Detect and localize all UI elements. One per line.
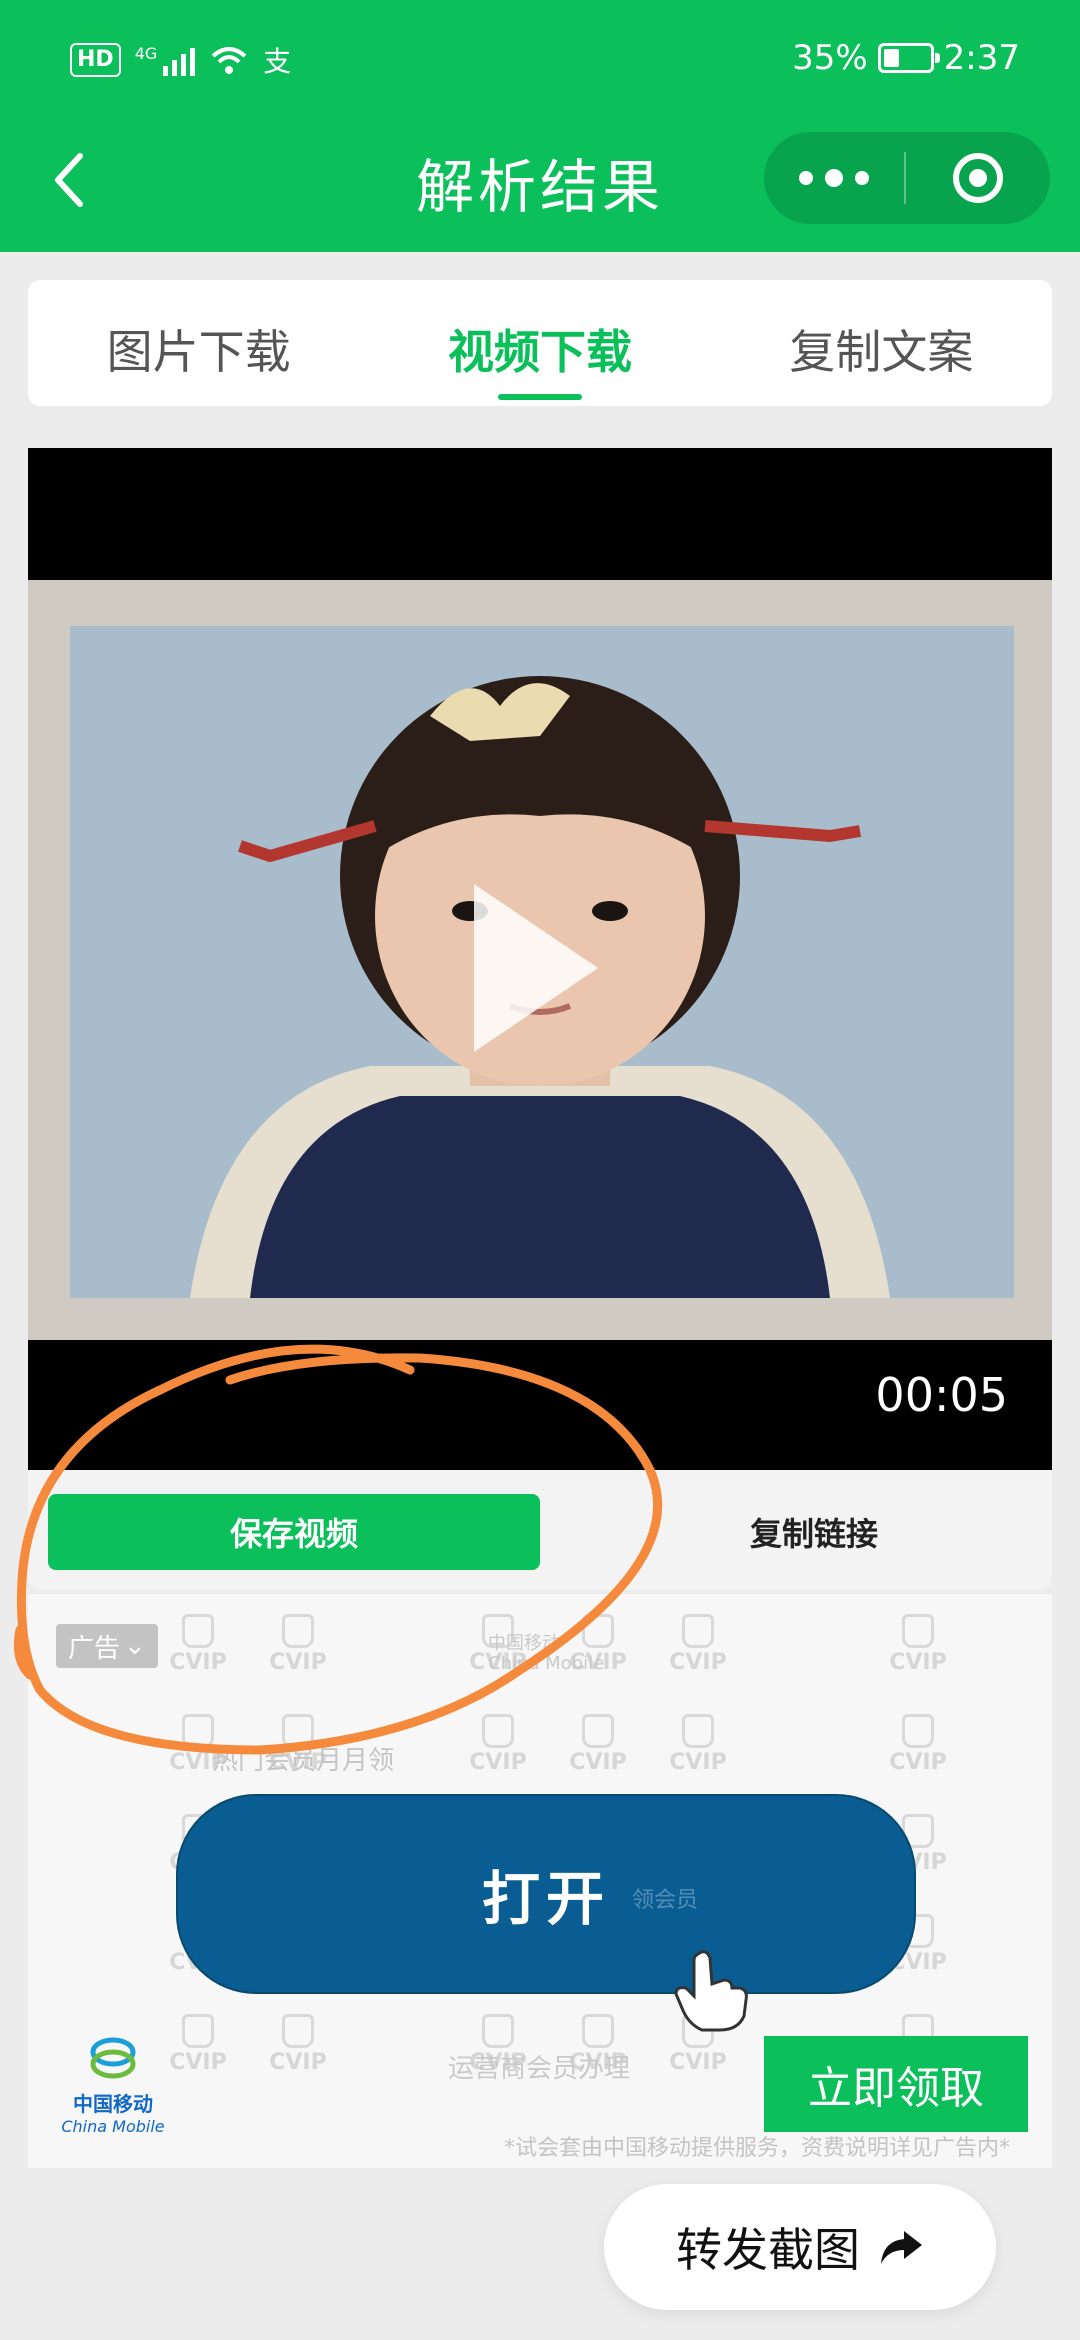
mini-program-capsule bbox=[764, 132, 1050, 224]
watermark-cvip: CVIP bbox=[168, 2014, 228, 2075]
header-bar: HD 4G 支 35% 2:37 解析结果 bbox=[0, 0, 1080, 252]
pointing-hand-icon bbox=[674, 1950, 748, 2032]
battery-percent: 35% bbox=[792, 38, 868, 78]
ad-subline: 运营商会员办理 bbox=[448, 2054, 631, 2084]
clock: 2:37 bbox=[943, 38, 1020, 78]
video-actions: 保存视频 复制链接 bbox=[28, 1470, 1052, 1590]
ad-headline: 热门会员月月领 bbox=[212, 1746, 395, 1776]
ad-banner[interactable]: CVIP CVIP CVIP CVIP CVIP CVIP CVIP CVIP CVIP CVIP… bbox=[28, 1594, 1052, 2168]
hd-badge: HD bbox=[70, 43, 121, 77]
open-button-subtext: 领会员 bbox=[632, 1888, 699, 1913]
share-arrow-icon bbox=[881, 2231, 922, 2264]
china-mobile-faint-logo: 中国移动 China Mobile bbox=[488, 1633, 605, 1674]
watermark-cvip: CVIP bbox=[568, 1714, 628, 1775]
chevron-down-icon: ⌄ bbox=[124, 1631, 146, 1661]
china-mobile-logo: 中国移动 China Mobile bbox=[58, 2034, 168, 2136]
play-button[interactable] bbox=[466, 878, 606, 1058]
play-icon bbox=[474, 884, 598, 1052]
china-mobile-logo-icon bbox=[90, 2037, 136, 2079]
ad-badge[interactable]: 广告 ⌄ bbox=[56, 1624, 158, 1668]
more-dots-icon bbox=[799, 171, 813, 185]
watermark-cvip: CVIP bbox=[668, 1614, 728, 1675]
wifi-icon bbox=[211, 47, 247, 74]
copy-link-button[interactable]: 复制链接 bbox=[588, 1494, 1040, 1570]
watermark-cvip: CVIP bbox=[168, 1614, 228, 1675]
tab-image-download[interactable]: 图片下载 bbox=[28, 280, 369, 406]
tab-copy-text[interactable]: 复制文案 bbox=[711, 280, 1052, 406]
claim-now-button[interactable]: 立即领取 bbox=[764, 2036, 1028, 2132]
watermark-cvip: CVIP bbox=[268, 2014, 328, 2075]
battery-icon bbox=[877, 43, 940, 73]
watermark-cvip: CVIP bbox=[668, 1714, 728, 1775]
more-button[interactable] bbox=[764, 132, 904, 224]
video-duration: 00:05 bbox=[875, 1368, 1008, 1422]
tab-bar: 图片下载 视频下载 复制文案 bbox=[28, 280, 1052, 406]
open-button[interactable]: 打开 bbox=[176, 1794, 916, 1994]
video-player[interactable]: 00:05 bbox=[28, 448, 1052, 1472]
watermark-cvip: CVIP bbox=[888, 1614, 948, 1675]
target-circle-icon bbox=[953, 153, 1003, 203]
save-video-button[interactable]: 保存视频 bbox=[48, 1494, 540, 1570]
cell-signal-icon: 4G bbox=[135, 44, 196, 76]
status-bar: HD 4G 支 35% 2:37 bbox=[0, 0, 1080, 120]
close-mini-program-button[interactable] bbox=[906, 132, 1050, 224]
tab-video-download[interactable]: 视频下载 bbox=[369, 280, 710, 406]
forward-screenshot-button[interactable]: 转发截图 bbox=[604, 2184, 996, 2310]
alipay-notification-icon: 支 bbox=[263, 45, 292, 78]
watermark-cvip: CVIP bbox=[268, 1614, 328, 1675]
watermark-cvip: CVIP bbox=[468, 1714, 528, 1775]
watermark-cvip: CVIP bbox=[888, 1714, 948, 1775]
ad-disclaimer: *试会套由中国移动提供服务，资费说明详见广告内* bbox=[504, 2136, 1011, 2161]
